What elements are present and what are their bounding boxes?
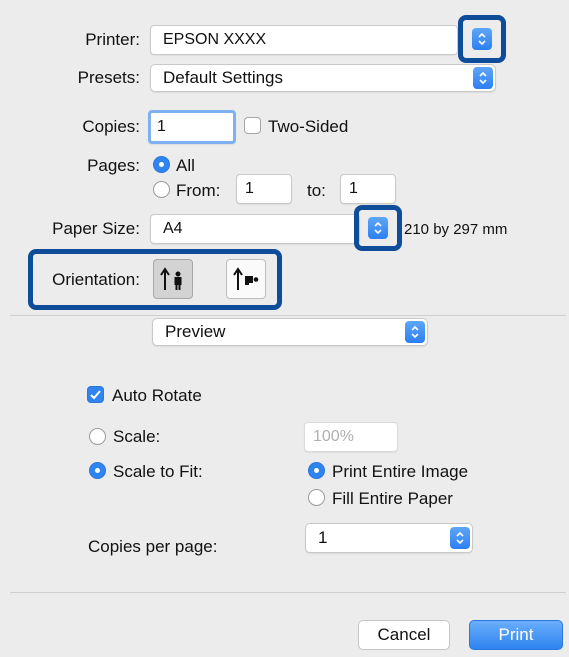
fill-entire-paper-radio[interactable] [308,489,325,506]
pages-to-input[interactable]: 1 [340,174,396,204]
up-down-chevron-icon [478,32,486,46]
pages-all-radio[interactable] [153,156,170,173]
up-down-chevron-icon [456,531,464,545]
copies-per-page-value: 1 [318,528,328,547]
cancel-button[interactable]: Cancel [358,620,450,650]
section-popup[interactable]: Preview [152,318,428,346]
printer-field[interactable]: EPSON XXXX [150,25,458,55]
orientation-label: Orientation: [52,270,140,289]
up-down-chevron-icon [479,71,487,85]
checkmark-icon [90,390,101,400]
presets-value: Default Settings [163,68,284,87]
printer-popup-button[interactable] [472,28,492,50]
copies-per-page-label: Copies per page: [88,537,218,556]
separator-bottom [10,592,566,593]
print-button[interactable]: Print [469,620,563,650]
copies-input[interactable]: 1 [148,110,236,144]
print-entire-image-label: Print Entire Image [332,462,469,481]
two-sided-label: Two-Sided [268,117,349,136]
presets-popup[interactable]: Default Settings [150,64,496,92]
presets-label: Presets: [77,68,140,87]
print-entire-image-radio[interactable] [308,462,325,479]
auto-rotate-checkbox[interactable] [87,386,104,403]
scale-value: 100% [313,428,354,445]
copies-value: 1 [157,118,166,135]
paper-size-popup-button[interactable] [368,217,388,239]
portrait-orientation-icon [160,267,182,290]
scale-radio[interactable] [89,428,106,445]
paper-size-label: Paper Size: [52,219,140,238]
pages-label: Pages: [87,156,140,175]
section-popup-value: Preview [165,322,226,341]
up-down-chevron-icon [411,325,419,339]
copies-label: Copies: [82,117,140,136]
separator-top [10,315,566,316]
paper-size-dimensions: 210 by 297 mm [404,221,508,238]
printer-label: Printer: [85,30,140,49]
fill-entire-paper-label: Fill Entire Paper [332,489,453,508]
copies-per-page-popup-button[interactable] [450,527,470,549]
pages-to-label: to: [307,181,326,200]
landscape-orientation-icon [233,267,259,290]
section-popup-button[interactable] [405,321,425,343]
pages-from-input[interactable]: 1 [236,174,292,204]
scale-label: Scale: [113,427,161,446]
paper-size-value: A4 [163,220,183,237]
pages-from-value: 1 [245,180,254,197]
pages-all-label: All [176,156,195,175]
scale-to-fit-radio[interactable] [89,462,106,479]
pages-from-radio[interactable] [153,181,170,198]
pages-from-label: From: [176,181,221,200]
pages-to-value: 1 [349,180,358,197]
scale-input[interactable]: 100% [304,422,398,452]
auto-rotate-label: Auto Rotate [112,386,202,405]
portrait-orientation-button[interactable] [153,259,193,299]
landscape-orientation-button[interactable] [226,259,266,299]
two-sided-checkbox[interactable] [244,117,261,134]
up-down-chevron-icon [374,221,382,235]
paper-size-field[interactable]: A4 [150,214,360,244]
presets-popup-button[interactable] [473,67,493,89]
printer-value: EPSON XXXX [163,31,267,48]
scale-to-fit-label: Scale to Fit: [113,462,203,481]
copies-per-page-popup[interactable]: 1 [305,523,473,553]
